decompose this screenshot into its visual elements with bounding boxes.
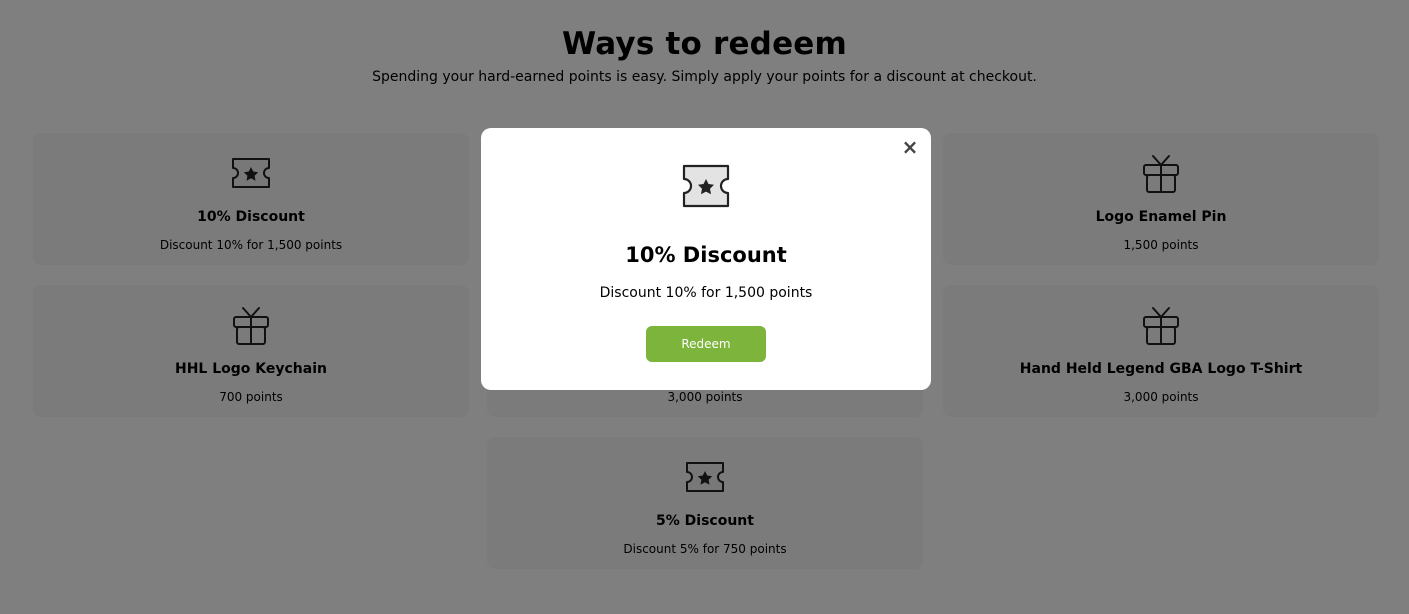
modal-description: Discount 10% for 1,500 points — [599, 285, 813, 301]
redeem-button[interactable]: Redeem — [646, 326, 766, 362]
ticket-star-icon — [682, 164, 730, 208]
modal-title: 10% Discount — [625, 243, 787, 267]
rewards-page: Ways to redeem Spending your hard-earned… — [0, 0, 1409, 614]
close-icon[interactable]: × — [899, 136, 921, 158]
redeem-modal: × 10% Discount Discount 10% for 1,500 po… — [481, 128, 931, 390]
